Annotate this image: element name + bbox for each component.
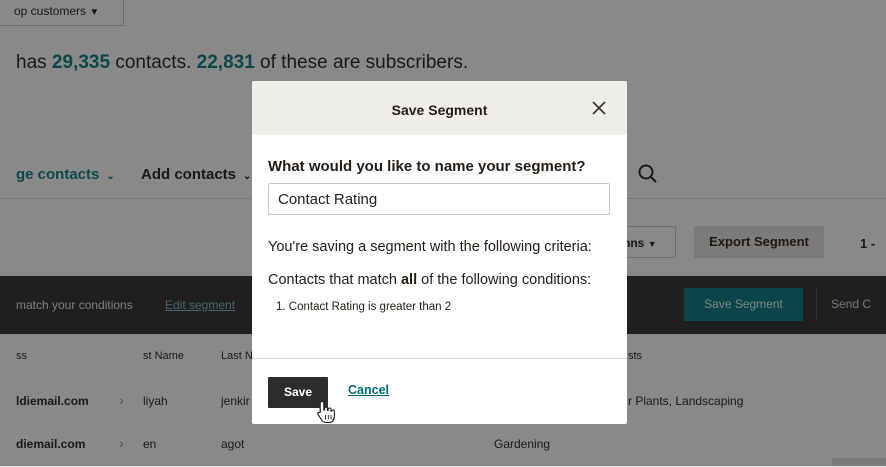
cancel-button[interactable]: Cancel [348, 383, 389, 397]
criteria-intro: You're saving a segment with the followi… [268, 239, 592, 255]
hand-pointer-icon [317, 400, 335, 424]
conditions-prefix: Contacts that match [268, 272, 401, 288]
conditions-summary: Contacts that match all of the following… [268, 272, 591, 288]
segment-name-label: What would you like to name your segment… [268, 158, 586, 175]
conditions-match-type: all [400, 272, 418, 288]
modal-title: Save Segment [391, 102, 488, 118]
conditions-suffix: of the following conditions: [417, 272, 592, 288]
modal-divider [252, 358, 627, 359]
segment-name-input[interactable] [268, 183, 610, 215]
close-icon[interactable] [591, 100, 607, 116]
save-segment-modal: Save Segment What would you like to name… [252, 81, 627, 424]
condition-item: 1. Contact Rating is greater than 2 [276, 301, 452, 313]
